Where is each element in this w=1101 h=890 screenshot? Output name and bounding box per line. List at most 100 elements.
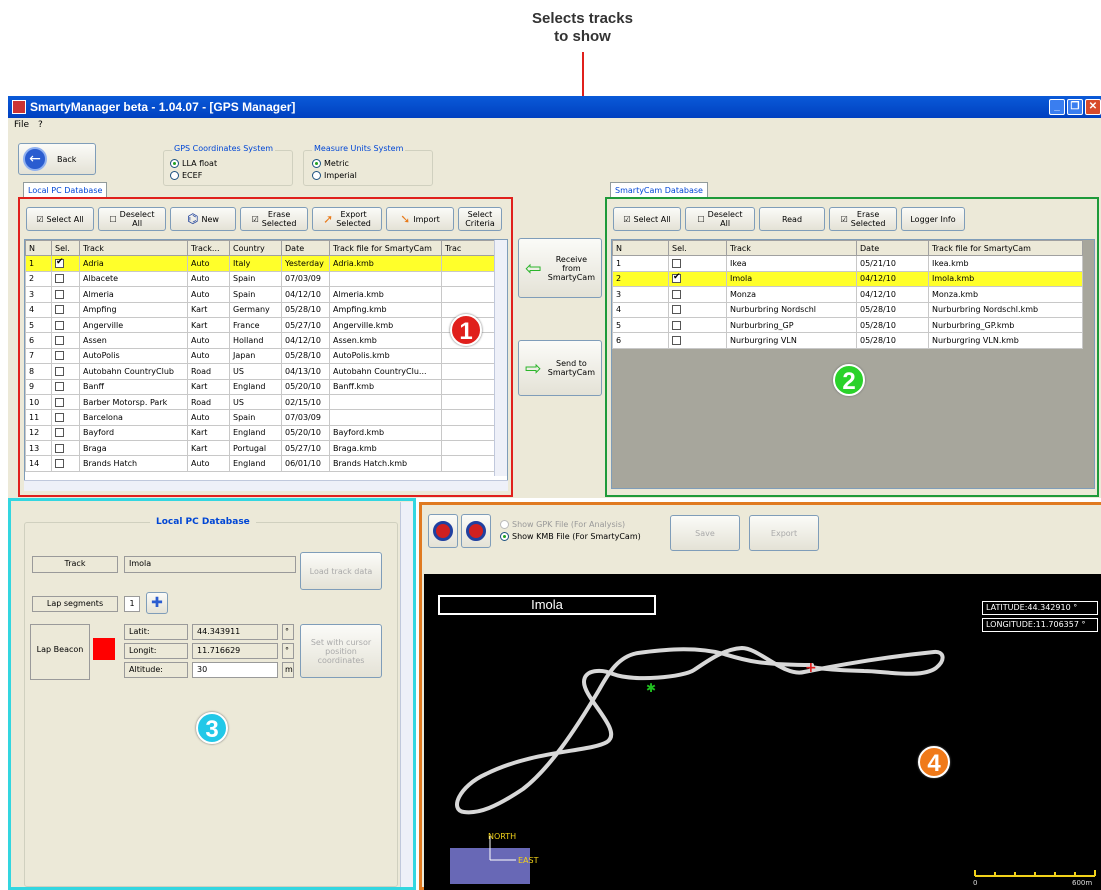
beacon-color-swatch[interactable] [93,638,115,660]
cam-table-row[interactable]: 3 Monza 04/12/10 Monza.kmb [612,286,1083,303]
row-checkbox[interactable] [55,412,64,422]
cam-table-row[interactable]: 6 Nurburgring VLN 05/28/10 Nurburgring VLN.… [612,332,1083,349]
radio-show-gpk[interactable]: Show GPK File (For Analysis) [500,518,641,530]
rotate-left-button[interactable] [428,514,458,548]
cam-table-row[interactable]: 2 Imola04/12/10Imola.kmb [612,270,1083,288]
local-table-row[interactable]: 4 Ampfing Kart Germany 05/28/10 Ampfing.kmb [25,301,496,318]
local-erase-selected-button[interactable]: ☑ Erase Selected [240,207,308,231]
cam-column-header[interactable]: Sel. [668,240,727,257]
row-file: Brands Hatch.kmb [329,455,442,472]
local-table-row[interactable]: 11 Barcelona Auto Spain 07/03/09 [25,409,496,426]
radio-lla-float[interactable]: LLA float [170,157,217,169]
local-import-button[interactable]: ➘ Import [386,207,454,231]
local-column-header[interactable]: Country [229,240,282,257]
cam-read-button[interactable]: Read [759,207,825,231]
local-table-row[interactable]: 1 AdriaAutoItalyYesterdayAdria.kmb [25,255,496,272]
close-button[interactable]: ✕ [1085,99,1101,115]
menu-help[interactable]: ? [38,120,43,130]
row-checkbox[interactable] [672,259,681,269]
row-checkbox[interactable] [672,320,681,330]
row-checkbox[interactable] [55,443,64,453]
track-outline-svg: ✱ + [450,646,1096,884]
cam-column-header[interactable]: Track file for SmartyCam [928,240,1083,257]
row-checkbox[interactable] [55,336,64,346]
row-checkbox[interactable] [55,320,64,330]
row-track: Nurburgring VLN [726,332,857,349]
local-vertical-scrollbar[interactable] [494,240,507,476]
local-column-header[interactable]: Date [281,240,330,257]
receive-from-smartycam-button[interactable]: ⇦ Receive from SmartyCam [518,238,602,298]
lap-segments-value[interactable]: 1 [124,596,140,612]
cam-table-row[interactable]: 1 Ikea 05/21/10 Ikea.kmb [612,255,1083,272]
local-table-row[interactable]: 6 Assen Auto Holland 04/12/10 Assen.kmb [25,332,496,349]
cam-column-header[interactable]: Date [856,240,929,257]
cam-deselect-all-button[interactable]: ☐ Deselect All [685,207,755,231]
local-table-row[interactable]: 2 Albacete Auto Spain 07/03/09 [25,270,496,288]
minimize-button[interactable]: _ [1049,99,1065,115]
local-table-row[interactable]: 3 Almeria Auto Spain 04/12/10 Almeria.kmb [25,286,496,303]
local-column-header[interactable]: Trac [441,240,496,257]
back-button[interactable]: ← Back [18,143,96,175]
local-column-header[interactable]: N [25,240,52,257]
local-export-selected-button[interactable]: ➚ Export Selected [312,207,382,231]
altitude-value[interactable]: 30 [192,662,278,678]
row-checkbox[interactable] [55,274,64,284]
radio-show-kmb[interactable]: Show KMB File (For SmartyCam) [500,530,641,542]
row-checkbox[interactable] [672,272,681,284]
local-column-header[interactable]: Track [79,240,188,257]
row-checkbox[interactable] [55,305,64,315]
row-checkbox[interactable] [672,289,681,299]
load-track-data-button[interactable]: Load track data [300,552,382,590]
row-checkbox[interactable] [55,397,64,407]
cam-column-header[interactable]: Track [726,240,857,257]
rotate-right-button[interactable] [461,514,491,548]
local-table-row[interactable]: 13 Braga Kart Portugal 05/27/10 Braga.kmb [25,440,496,457]
local-deselect-all-button[interactable]: ☐ Deselect All [98,207,166,231]
row-type: Kart [187,301,230,318]
row-checkbox[interactable] [55,366,64,376]
cam-logger-info-button[interactable]: Logger Info [901,207,965,231]
local-table-row[interactable]: 10 Barber Motorsp. Park Road US 02/15/10 [25,393,496,411]
radio-metric[interactable]: Metric [312,157,357,169]
local-table-row[interactable]: 12 Bayford Kart England 05/20/10 Bayford.kmb [25,424,496,442]
local-column-header[interactable]: Track file for SmartyCam [329,240,442,257]
send-to-smartycam-button[interactable]: ⇨ Send to SmartyCam [518,340,602,396]
local-column-header[interactable]: Sel. [51,240,80,257]
cam-select-all-button[interactable]: ☑ Select All [613,207,681,231]
menu-file[interactable]: File [14,120,29,130]
map-export-button[interactable]: Export [749,515,819,551]
tab-local-pc-database[interactable]: Local PC Database [23,182,108,198]
local-column-header[interactable]: Track... [187,240,230,257]
local-table-row[interactable]: 9 Banff Kart England 05/20/10 Banff.kmb [25,378,496,395]
local-table-row[interactable]: 14 Brands Hatch Auto England 06/01/10 Brands … [25,455,496,472]
row-select-cell [51,255,80,272]
row-checkbox[interactable] [55,382,64,392]
set-cursor-position-button[interactable]: Set with cursor position coordinates [300,624,382,678]
radio-imperial[interactable]: Imperial [312,169,357,181]
cam-table-row[interactable]: 5 Nurburbring_GP 05/28/10 Nurburbring_GP.km… [612,316,1083,334]
local-new-button[interactable]: ⌬ New [170,207,236,231]
local-table-row[interactable]: 7 AutoPolis Auto Japan 05/28/10 AutoPolis.kmb [25,347,496,365]
row-checkbox[interactable] [672,336,681,346]
local-select-all-button[interactable]: ☑ Select All [26,207,94,231]
row-checkbox[interactable] [55,351,64,361]
row-checkbox[interactable] [55,428,64,438]
local-horizontal-scrollbar[interactable] [24,480,508,491]
radio-ecef[interactable]: ECEF [170,169,217,181]
back-label: Back [57,154,77,164]
map-save-button[interactable]: Save [670,515,740,551]
local-table-row[interactable]: 8 Autobahn CountryClub Road US 04/13/10 Autob… [25,363,496,380]
add-segment-icon[interactable]: ✚ [146,592,168,614]
cam-table-row[interactable]: 4 Nurburbring Nordschl 05/28/10 Nurburbring… [612,301,1083,318]
cam-erase-selected-button[interactable]: ☑ Erase Selected [829,207,897,231]
row-checkbox[interactable] [55,459,64,469]
row-checkbox[interactable] [55,289,64,299]
local-select-criteria-button[interactable]: Select Criteria [458,207,502,231]
cam-column-header[interactable]: N [612,240,669,257]
tab-smartycam-database[interactable]: SmartyCam Database [610,182,708,198]
row-checkbox[interactable] [55,257,64,269]
restore-button[interactable]: ❐ [1067,99,1083,115]
detail-scrollbar[interactable] [400,502,413,887]
local-table-row[interactable]: 5 Angerville Kart France 05/27/10 Angerville.… [25,316,496,334]
row-checkbox[interactable] [672,305,681,315]
